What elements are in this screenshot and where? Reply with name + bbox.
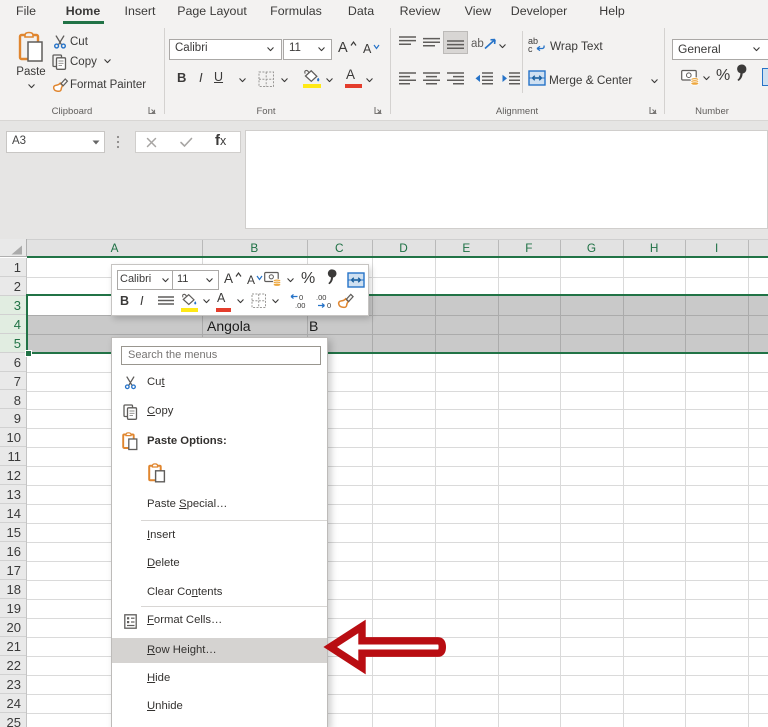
svg-text:0: 0 <box>327 301 331 310</box>
svg-text:.00: .00 <box>316 293 326 302</box>
svg-text:.00: .00 <box>295 301 305 310</box>
svg-text:c: c <box>528 44 533 54</box>
